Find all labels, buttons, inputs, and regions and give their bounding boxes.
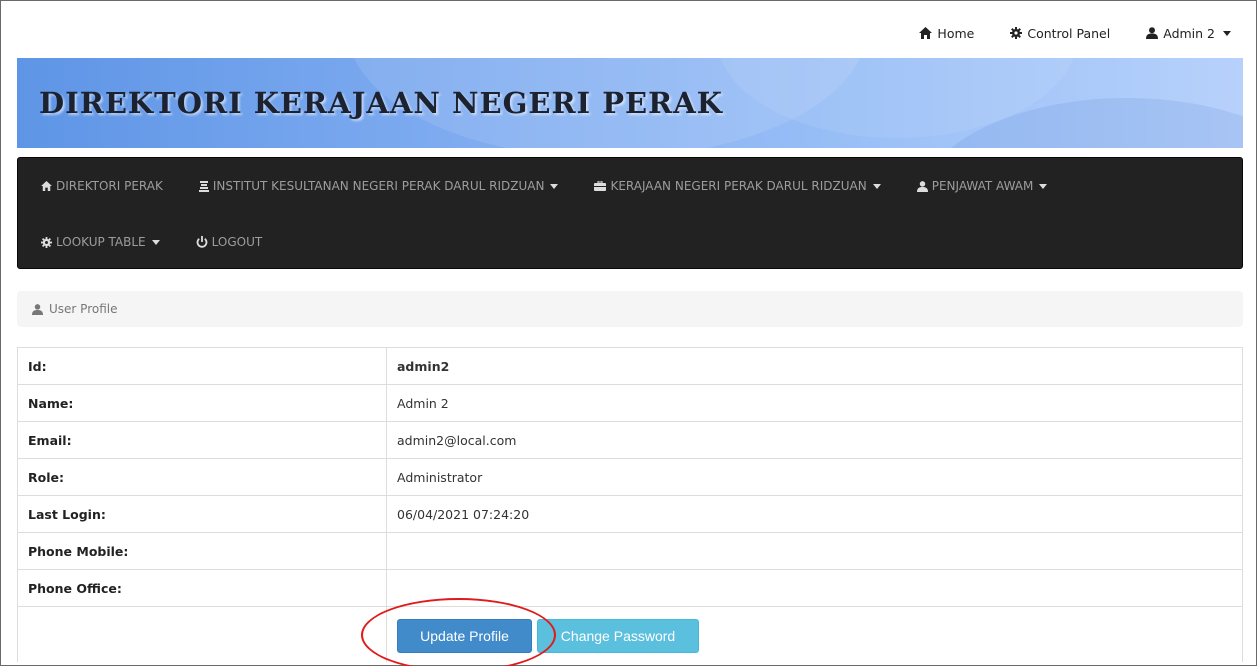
field-value-role: Administrator: [386, 458, 1243, 496]
caret-down-icon: [1039, 183, 1048, 189]
control-panel-link[interactable]: Control Panel: [1010, 26, 1110, 41]
home-icon: [41, 181, 52, 191]
user-icon: [916, 180, 928, 192]
user-profile-table: Id: admin2 Name: Admin 2 Email: admin2@l…: [17, 347, 1243, 662]
update-profile-button[interactable]: Update Profile: [397, 619, 532, 653]
navbar-row: DIREKTORI PERAK INSTITUT KESULTANAN NEGE…: [18, 158, 1060, 214]
actions-label-cell: [17, 606, 387, 662]
field-value-phone-mobile: [386, 532, 1243, 570]
user-icon: [32, 303, 43, 315]
field-value-phone-office: [386, 569, 1243, 607]
change-password-button[interactable]: Change Password: [537, 619, 699, 653]
home-link[interactable]: Home: [919, 26, 974, 41]
field-label-name: Name:: [17, 384, 387, 422]
nav-item-institut-kesultanan[interactable]: INSTITUT KESULTANAN NEGERI PERAK DARUL R…: [176, 158, 572, 214]
caret-down-icon: [151, 239, 160, 245]
table-row: Name: Admin 2: [17, 384, 1243, 422]
home-link-label: Home: [937, 25, 975, 41]
field-label-email: Email:: [17, 421, 387, 459]
cog-icon: [41, 236, 52, 248]
field-label-phone-office: Phone Office:: [17, 569, 387, 607]
user-menu[interactable]: Admin 2: [1146, 26, 1231, 41]
field-label-phone-mobile: Phone Mobile:: [17, 532, 387, 570]
navbar-row: LOOKUP TABLE LOGOUT: [18, 214, 275, 270]
table-row: Email: admin2@local.com: [17, 421, 1243, 459]
control-panel-label: Control Panel: [1027, 25, 1111, 41]
nav-item-direktori-perak[interactable]: DIREKTORI PERAK: [18, 158, 176, 214]
user-icon: [1146, 27, 1159, 39]
nav-item-label: LOOKUP TABLE: [56, 235, 146, 249]
table-row: Last Login: 06/04/2021 07:24:20: [17, 495, 1243, 533]
cog-icon: [1010, 27, 1023, 39]
throne-icon: [198, 180, 209, 192]
nav-item-lookup-table[interactable]: LOOKUP TABLE: [18, 214, 173, 270]
field-value-name: Admin 2: [386, 384, 1243, 422]
table-row: Phone Mobile:: [17, 532, 1243, 570]
nav-item-penjawat-awam[interactable]: PENJAWAT AWAM: [894, 158, 1061, 214]
top-utility-bar: Home Control Panel Admin 2: [919, 22, 1231, 44]
nav-item-label: LOGOUT: [211, 235, 263, 249]
briefcase-icon: [594, 181, 607, 191]
site-title: DIREKTORI KERAJAAN NEGERI PERAK: [39, 86, 723, 120]
nav-item-kerajaan-negeri[interactable]: KERAJAAN NEGERI PERAK DARUL RIDZUAN: [571, 158, 893, 214]
caret-down-icon: [1223, 30, 1231, 36]
nav-item-label: PENJAWAT AWAM: [931, 179, 1034, 193]
nav-item-label: DIREKTORI PERAK: [56, 179, 163, 193]
table-row: Role: Administrator: [17, 458, 1243, 496]
breadcrumb: User Profile: [17, 291, 1243, 327]
user-menu-label: Admin 2: [1163, 25, 1215, 41]
site-banner: DIREKTORI KERAJAAN NEGERI PERAK: [17, 58, 1243, 148]
nav-item-label: INSTITUT KESULTANAN NEGERI PERAK DARUL R…: [212, 179, 545, 193]
main-navbar: DIREKTORI PERAK INSTITUT KESULTANAN NEGE…: [17, 157, 1243, 269]
home-icon: [919, 27, 933, 39]
table-row: Id: admin2: [17, 347, 1243, 385]
table-row: Phone Office:: [17, 569, 1243, 607]
power-icon: [196, 236, 207, 248]
nav-item-label: KERAJAAN NEGERI PERAK DARUL RIDZUAN: [610, 179, 867, 193]
caret-down-icon: [550, 183, 559, 189]
field-value-email: admin2@local.com: [386, 421, 1243, 459]
field-value-last-login: 06/04/2021 07:24:20: [386, 495, 1243, 533]
breadcrumb-label: User Profile: [49, 302, 118, 316]
field-label-role: Role:: [17, 458, 387, 496]
field-value-id: admin2: [386, 347, 1243, 385]
field-label-id: Id:: [17, 347, 387, 385]
caret-down-icon: [872, 183, 881, 189]
nav-item-logout[interactable]: LOGOUT: [173, 214, 276, 270]
field-label-last-login: Last Login:: [17, 495, 387, 533]
